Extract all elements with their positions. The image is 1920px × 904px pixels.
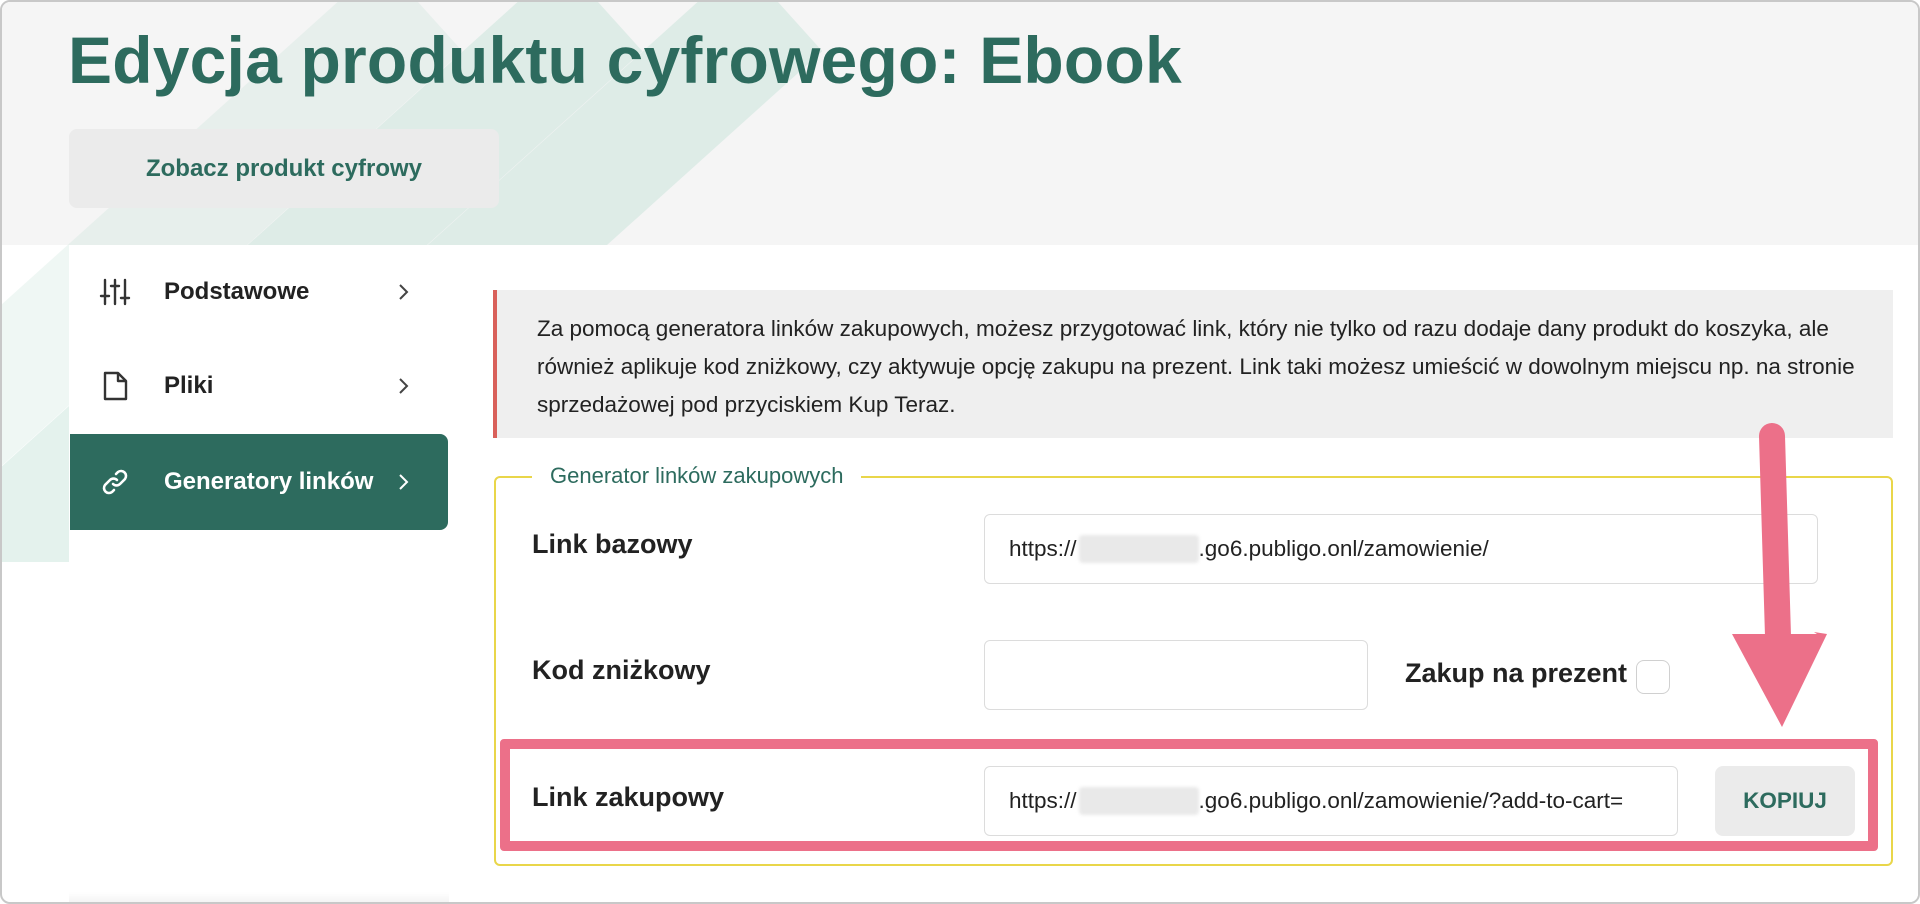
sidebar-bottom-shadow (69, 892, 449, 902)
url-prefix: https:// (1009, 788, 1077, 813)
chevron-right-icon (396, 281, 412, 303)
sidebar-item-label: Generatory linków (164, 468, 374, 495)
annotation-arrow-icon (1732, 423, 1827, 727)
url-suffix: .go6.publigo.onl/zamowienie/ (1198, 536, 1489, 561)
sliders-icon (98, 275, 132, 309)
copy-button[interactable]: KOPIUJ (1715, 766, 1855, 836)
fieldset-legend: Generator linków zakupowych (532, 463, 862, 489)
purchase-link-label: Link zakupowy (532, 782, 725, 812)
sidebar-item-link-generators[interactable]: Generatory linków (70, 434, 448, 530)
sidebar-item-label: Pliki (164, 372, 214, 399)
url-suffix: .go6.publigo.onl/zamowienie/?add-to-cart… (1198, 788, 1624, 813)
url-prefix: https:// (1009, 536, 1077, 561)
view-digital-product-button[interactable]: Zobacz produkt cyfrowy (69, 129, 499, 208)
gift-purchase-label: Zakup na prezent (1405, 658, 1628, 688)
sidebar-item-files[interactable]: Pliki (70, 338, 448, 434)
info-notice: Za pomocą generatora linków zakupowych, … (493, 290, 1893, 438)
gift-purchase-checkbox[interactable] (1636, 660, 1670, 694)
chevron-right-icon (396, 375, 412, 397)
sidebar-item-label: Podstawowe (164, 278, 310, 305)
chevron-right-icon (396, 471, 412, 493)
discount-code-input[interactable] (984, 640, 1368, 710)
base-link-label: Link bazowy (532, 529, 693, 559)
redacted-subdomain (1078, 787, 1199, 815)
discount-code-label: Kod zniżkowy (532, 655, 711, 685)
app-window: Edycja produktu cyfrowego: Ebook Zobacz … (0, 0, 1920, 904)
sidebar-item-basic[interactable]: Podstawowe (70, 244, 448, 340)
link-icon (98, 465, 132, 499)
base-link-field[interactable]: https:// .go6.publigo.onl/zamowienie/ (984, 514, 1818, 584)
file-icon (98, 369, 132, 403)
page-title: Edycja produktu cyfrowego: Ebook (68, 23, 1182, 97)
purchase-link-field[interactable]: https:// .go6.publigo.onl/zamowienie/?add… (984, 766, 1678, 836)
redacted-subdomain (1078, 535, 1199, 563)
